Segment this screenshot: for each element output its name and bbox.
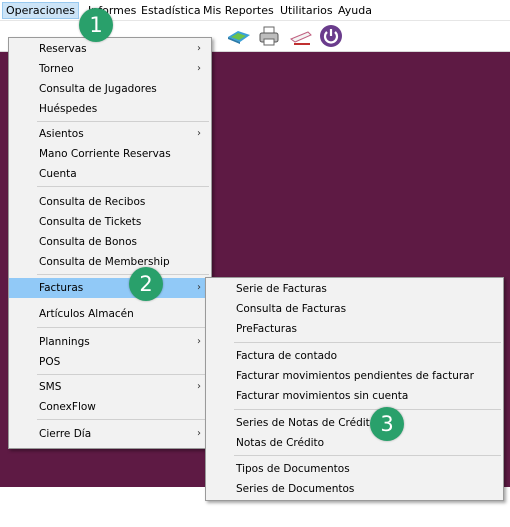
step-badge-2: 2: [129, 267, 163, 301]
menu-item-plannings[interactable]: Plannings ›: [9, 332, 211, 352]
menu-item-sms[interactable]: SMS ›: [9, 377, 211, 397]
facturas-submenu: Serie de Facturas Consulta de Facturas P…: [205, 277, 504, 501]
menu-separator: [37, 327, 209, 328]
menu-separator: [37, 121, 209, 122]
menu-item-asientos[interactable]: Asientos ›: [9, 124, 211, 144]
operaciones-menu: Reservas › Torneo › Consulta de Jugadores …: [8, 37, 212, 449]
submenu-item-facturar-pendientes[interactable]: Facturar movimientos pendientes de factu…: [206, 366, 503, 386]
menu-separator: [234, 409, 501, 410]
menu-item-reservas[interactable]: Reservas ›: [9, 39, 211, 59]
power-icon[interactable]: [318, 23, 344, 49]
menu-separator: [37, 274, 209, 275]
menu-separator: [234, 342, 501, 343]
menu-item-consulta-bonos[interactable]: Consulta de Bonos: [9, 232, 211, 252]
submenu-item-series-documentos[interactable]: Series de Documentos: [206, 479, 503, 499]
pen-icon[interactable]: [288, 23, 314, 49]
submenu-item-tipos-documentos[interactable]: Tipos de Documentos: [206, 459, 503, 479]
menu-item-cuenta[interactable]: Cuenta: [9, 164, 211, 184]
menu-item-consulta-jugadores[interactable]: Consulta de Jugadores: [9, 79, 211, 99]
submenu-item-factura-contado[interactable]: Factura de contado: [206, 346, 503, 366]
submenu-item-series-notas-credito[interactable]: Series de Notas de Crédito: [206, 413, 503, 433]
menu-utilitarios[interactable]: Utilitarios: [280, 4, 333, 17]
menu-item-huespedes[interactable]: Huéspedes: [9, 99, 211, 119]
submenu-item-notas-credito[interactable]: Notas de Crédito: [206, 433, 503, 453]
menu-item-consulta-membership[interactable]: Consulta de Membership: [9, 252, 211, 272]
menu-separator: [37, 186, 209, 187]
menu-ayuda[interactable]: Ayuda: [338, 4, 372, 17]
menu-item-pos[interactable]: POS: [9, 352, 211, 372]
submenu-item-consulta-facturas[interactable]: Consulta de Facturas: [206, 299, 503, 319]
menu-mis-reportes[interactable]: Mis Reportes: [203, 4, 274, 17]
map-icon[interactable]: [226, 23, 252, 49]
menu-item-consulta-recibos[interactable]: Consulta de Recibos: [9, 192, 211, 212]
menu-item-articulos-almacen[interactable]: Artículos Almacén: [9, 304, 211, 324]
submenu-item-facturar-sin-cuenta[interactable]: Facturar movimientos sin cuenta: [206, 386, 503, 406]
menu-separator: [234, 455, 501, 456]
menu-bar: Operaciones Informes Estadística Mis Rep…: [0, 0, 510, 21]
menu-estadistica[interactable]: Estadística: [141, 4, 201, 17]
menu-item-mano-corriente[interactable]: Mano Corriente Reservas: [9, 144, 211, 164]
menu-item-cierre-dia[interactable]: Cierre Día ›: [9, 424, 211, 444]
submenu-item-serie-facturas[interactable]: Serie de Facturas: [206, 279, 503, 299]
step-badge-1: 1: [79, 8, 113, 42]
menu-item-facturas[interactable]: Facturas ›: [9, 278, 211, 298]
submenu-item-prefacturas[interactable]: PreFacturas: [206, 319, 503, 339]
menu-operaciones[interactable]: Operaciones: [2, 2, 79, 19]
menu-separator: [37, 419, 209, 420]
printer-icon[interactable]: [256, 23, 282, 49]
menu-separator: [37, 374, 209, 375]
step-badge-3: 3: [370, 407, 404, 441]
menu-item-conexflow[interactable]: ConexFlow: [9, 397, 211, 417]
menu-item-consulta-tickets[interactable]: Consulta de Tickets: [9, 212, 211, 232]
menu-item-torneo[interactable]: Torneo ›: [9, 59, 211, 79]
